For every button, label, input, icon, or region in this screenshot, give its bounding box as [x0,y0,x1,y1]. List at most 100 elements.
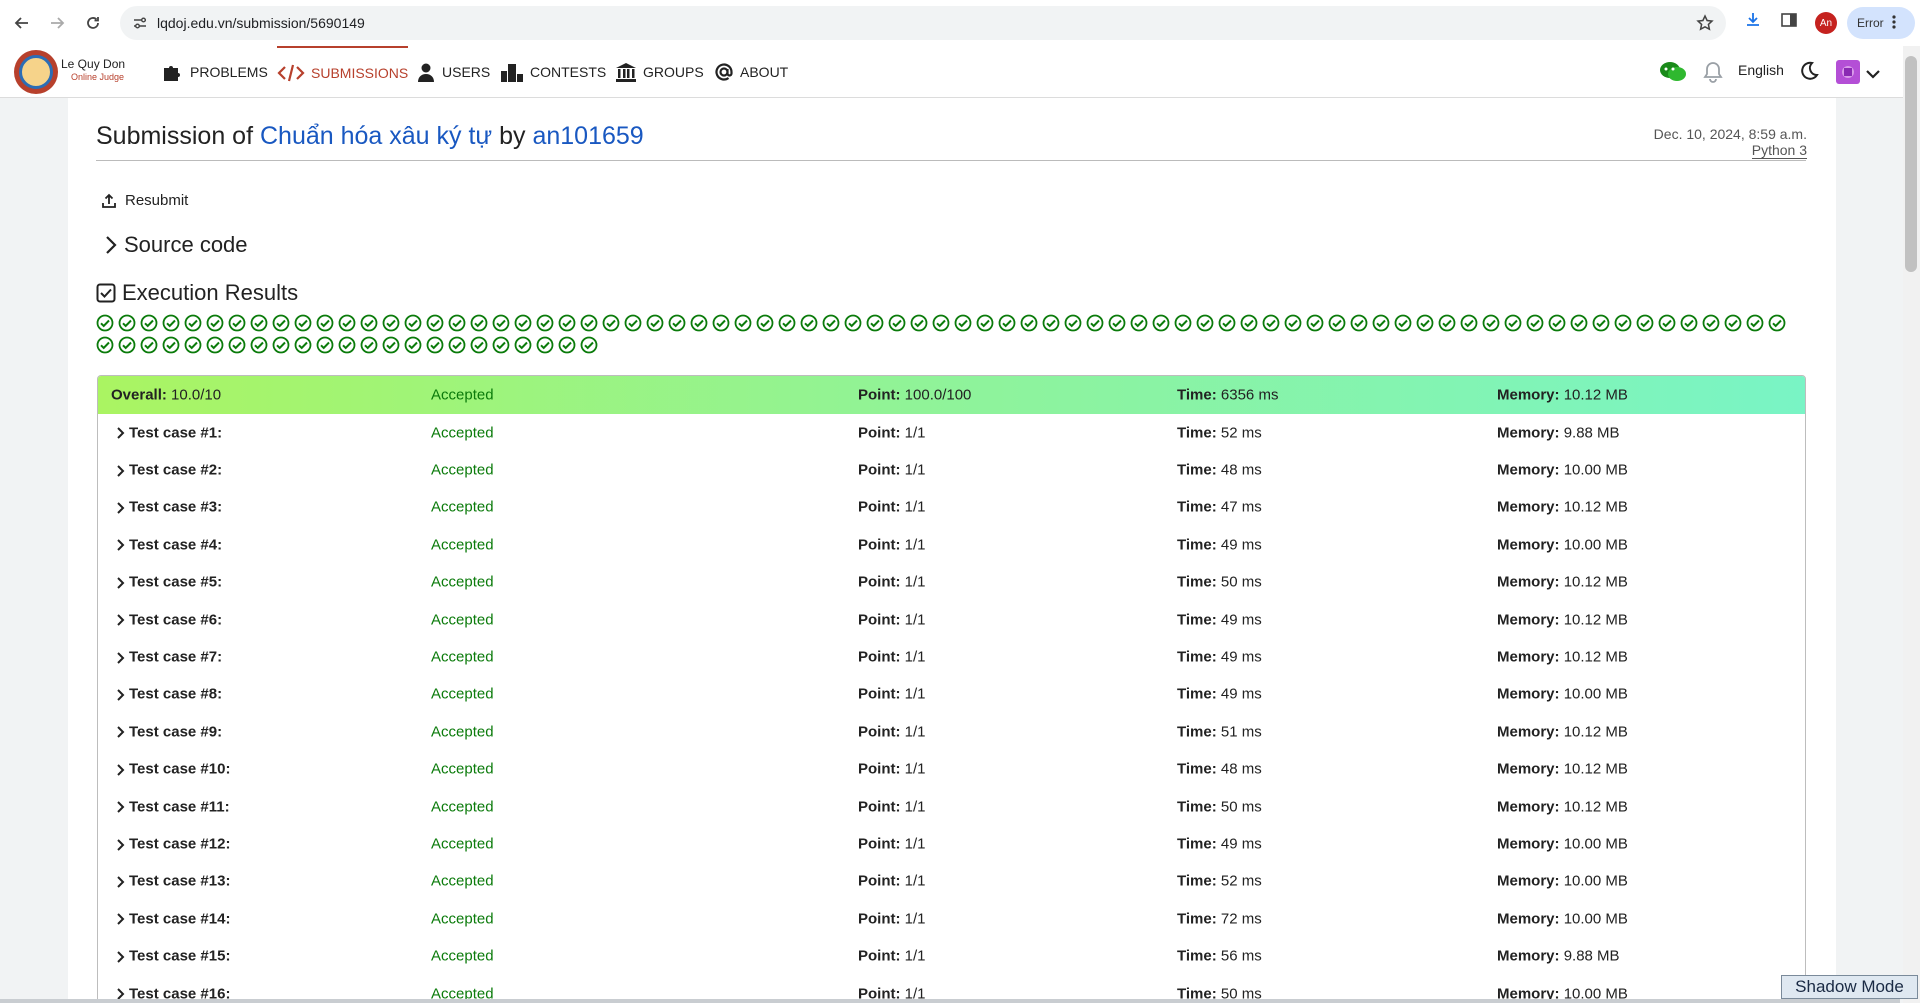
check-circle-icon[interactable] [162,336,180,354]
check-circle-icon[interactable] [228,336,246,354]
check-circle-icon[interactable] [1218,314,1236,332]
nav-submissions[interactable]: SUBMISSIONS [277,46,409,98]
problem-link[interactable]: Chuẩn hóa xâu ký tự [260,122,492,150]
test-case-row[interactable]: Test case #10: Accepted Point: 1/1 Time: 48… [98,751,1805,788]
check-circle-icon[interactable] [1768,314,1786,332]
check-circle-icon[interactable] [382,314,400,332]
check-circle-icon[interactable] [756,314,774,332]
check-circle-icon[interactable] [1394,314,1412,332]
test-case-row[interactable]: Test case #1: Accepted Point: 1/1 Time: 52 … [98,414,1805,451]
test-case-row[interactable]: Test case #3: Accepted Point: 1/1 Time: 47 … [98,489,1805,526]
check-circle-icon[interactable] [1020,314,1038,332]
check-circle-icon[interactable] [954,314,972,332]
check-circle-icon[interactable] [1086,314,1104,332]
check-circle-icon[interactable] [1504,314,1522,332]
address-bar[interactable]: lqdoj.edu.vn/submission/5690149 [120,6,1726,40]
check-circle-icon[interactable] [844,314,862,332]
check-circle-icon[interactable] [294,314,312,332]
check-circle-icon[interactable] [800,314,818,332]
language-selector[interactable]: English [1738,62,1784,78]
check-circle-icon[interactable] [602,314,620,332]
forward-arrow-icon[interactable] [46,12,68,34]
test-case-toggle[interactable]: Test case #8: [116,686,222,703]
check-circle-icon[interactable] [1570,314,1588,332]
check-circle-icon[interactable] [514,336,532,354]
check-circle-icon[interactable] [1438,314,1456,332]
check-circle-icon[interactable] [1526,314,1544,332]
check-circle-icon[interactable] [338,314,356,332]
bookmark-star-icon[interactable] [1696,14,1714,37]
check-circle-icon[interactable] [426,336,444,354]
chevron-down-icon[interactable] [1866,66,1880,84]
check-circle-icon[interactable] [140,336,158,354]
check-circle-icon[interactable] [96,336,114,354]
check-circle-icon[interactable] [536,336,554,354]
reload-icon[interactable] [82,12,104,34]
check-circle-icon[interactable] [206,314,224,332]
check-circle-icon[interactable] [624,314,642,332]
check-circle-icon[interactable] [1724,314,1742,332]
check-circle-icon[interactable] [1064,314,1082,332]
source-code-toggle[interactable]: Source code [104,232,248,258]
check-circle-icon[interactable] [404,314,422,332]
test-case-toggle[interactable]: Test case #4: [116,536,222,553]
test-case-toggle[interactable]: Test case #11: [116,798,230,815]
check-circle-icon[interactable] [822,314,840,332]
user-avatar[interactable] [1836,60,1860,89]
check-circle-icon[interactable] [1482,314,1500,332]
check-circle-icon[interactable] [712,314,730,332]
check-circle-icon[interactable] [580,314,598,332]
check-circle-icon[interactable] [866,314,884,332]
side-panel-icon[interactable] [1779,10,1799,35]
check-circle-icon[interactable] [272,314,290,332]
test-case-row[interactable]: Test case #12: Accepted Point: 1/1 Time: 49… [98,825,1805,862]
check-circle-icon[interactable] [1658,314,1676,332]
check-circle-icon[interactable] [184,336,202,354]
check-circle-icon[interactable] [426,314,444,332]
check-circle-icon[interactable] [316,314,334,332]
notification-bell-icon[interactable] [1702,60,1724,89]
test-case-toggle[interactable]: Test case #9: [116,723,222,740]
test-case-toggle[interactable]: Test case #12: [116,835,230,852]
check-circle-icon[interactable] [492,336,510,354]
check-circle-icon[interactable] [382,336,400,354]
test-case-row[interactable]: Test case #5: Accepted Point: 1/1 Time: 50 … [98,564,1805,601]
download-icon[interactable] [1743,10,1763,35]
check-circle-icon[interactable] [1548,314,1566,332]
test-case-row[interactable]: Test case #14: Accepted Point: 1/1 Time: 72… [98,900,1805,937]
nav-problems[interactable]: PROBLEMS [162,46,268,98]
check-circle-icon[interactable] [1372,314,1390,332]
test-case-row[interactable]: Test case #7: Accepted Point: 1/1 Time: 49 … [98,638,1805,675]
check-circle-icon[interactable] [1350,314,1368,332]
check-circle-icon[interactable] [184,314,202,332]
check-circle-icon[interactable] [250,314,268,332]
test-case-toggle[interactable]: Test case #15: [116,948,230,965]
check-circle-icon[interactable] [294,336,312,354]
check-circle-icon[interactable] [1108,314,1126,332]
check-circle-icon[interactable] [1416,314,1434,332]
check-circle-icon[interactable] [998,314,1016,332]
check-circle-icon[interactable] [668,314,686,332]
browser-error-button[interactable]: Error [1847,7,1915,39]
test-case-toggle[interactable]: Test case #7: [116,649,222,666]
check-circle-icon[interactable] [1284,314,1302,332]
check-circle-icon[interactable] [1592,314,1610,332]
test-case-toggle[interactable]: Test case #3: [116,499,222,516]
back-arrow-icon[interactable] [11,12,33,34]
dark-mode-moon-icon[interactable] [1797,60,1819,87]
check-circle-icon[interactable] [580,336,598,354]
check-circle-icon[interactable] [514,314,532,332]
check-circle-icon[interactable] [734,314,752,332]
check-circle-icon[interactable] [470,314,488,332]
check-circle-icon[interactable] [448,336,466,354]
check-circle-icon[interactable] [140,314,158,332]
check-circle-icon[interactable] [888,314,906,332]
check-circle-icon[interactable] [96,314,114,332]
shadow-mode-button[interactable]: Shadow Mode [1781,975,1918,999]
check-circle-icon[interactable] [558,336,576,354]
check-circle-icon[interactable] [118,314,136,332]
check-circle-icon[interactable] [272,336,290,354]
test-case-toggle[interactable]: Test case #14: [116,910,230,927]
logo-text[interactable]: Le Quy Don Online Judge [61,58,125,84]
check-circle-icon[interactable] [228,314,246,332]
